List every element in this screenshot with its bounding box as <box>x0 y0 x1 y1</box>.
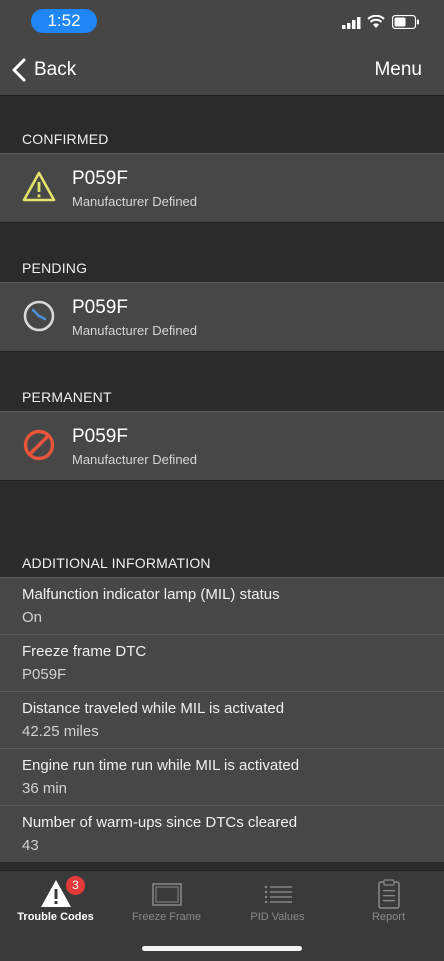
info-label: Distance traveled while MIL is activated <box>22 700 285 717</box>
tab-freeze-frame[interactable]: Freeze Frame <box>111 871 222 931</box>
info-item-distance-mil: Distance traveled while MIL is activated… <box>0 691 444 748</box>
wifi-icon <box>367 15 385 28</box>
info-label: Freeze frame DTC <box>22 643 147 660</box>
tab-label: Report <box>371 911 406 923</box>
warning-icon <box>22 171 56 202</box>
dtc-code: P059F <box>72 297 128 318</box>
chevron-left-icon <box>12 58 26 82</box>
info-label: Engine run time run while MIL is activat… <box>22 757 300 774</box>
status-time: 1:52 <box>31 9 97 33</box>
confirmed-code-row[interactable]: P059F Manufacturer Defined <box>0 153 444 223</box>
prohibited-icon <box>23 429 55 461</box>
info-label: Number of warm-ups since DTCs cleared <box>22 814 298 831</box>
frame-icon <box>152 883 182 906</box>
status-bar: 1:52 <box>0 0 444 44</box>
cellular-signal-icon <box>342 17 361 29</box>
dtc-code: P059F <box>72 168 128 189</box>
battery-icon <box>392 15 419 29</box>
section-header-additional-info: ADDITIONAL INFORMATION <box>22 555 211 571</box>
info-value: On <box>22 609 43 626</box>
back-label: Back <box>34 59 77 80</box>
tab-label: Freeze Frame <box>131 911 202 923</box>
additional-info-list: Malfunction indicator lamp (MIL) status … <box>0 577 444 862</box>
clock-icon <box>23 300 55 332</box>
section-header-permanent: PERMANENT <box>22 389 112 405</box>
dtc-description: Manufacturer Defined <box>72 452 198 467</box>
info-item-mil-status: Malfunction indicator lamp (MIL) status … <box>0 577 444 634</box>
info-item-warmups: Number of warm-ups since DTCs cleared 43 <box>0 805 444 862</box>
clipboard-icon <box>378 879 400 909</box>
info-value: 42.25 miles <box>22 723 99 740</box>
navigation-bar: Back Menu <box>0 44 444 96</box>
section-header-confirmed: CONFIRMED <box>22 131 109 147</box>
tab-label: Trouble Codes <box>17 911 94 923</box>
info-value: 36 min <box>22 780 68 797</box>
info-value: 43 <box>22 837 39 854</box>
back-button[interactable]: Back <box>12 56 76 84</box>
dtc-code: P059F <box>72 426 128 447</box>
menu-button[interactable]: Menu <box>374 59 422 81</box>
home-indicator[interactable] <box>142 946 302 951</box>
info-item-engine-runtime-mil: Engine run time run while MIL is activat… <box>0 748 444 805</box>
dtc-description: Manufacturer Defined <box>72 194 198 209</box>
tab-label: PID Values <box>250 911 305 923</box>
dtc-description: Manufacturer Defined <box>72 323 198 338</box>
info-label: Malfunction indicator lamp (MIL) status <box>22 586 280 603</box>
pending-code-row[interactable]: P059F Manufacturer Defined <box>0 282 444 352</box>
section-header-pending: PENDING <box>22 260 88 276</box>
tab-report[interactable]: Report <box>333 871 444 931</box>
info-item-freeze-frame-dtc: Freeze frame DTC P059F <box>0 634 444 691</box>
permanent-code-row[interactable]: P059F Manufacturer Defined <box>0 411 444 481</box>
info-value: P059F <box>22 666 67 683</box>
notification-badge: 3 <box>66 876 85 895</box>
list-icon <box>264 885 292 904</box>
tab-pid-values[interactable]: PID Values <box>222 871 333 931</box>
tab-trouble-codes[interactable]: 3 Trouble Codes <box>0 871 111 931</box>
